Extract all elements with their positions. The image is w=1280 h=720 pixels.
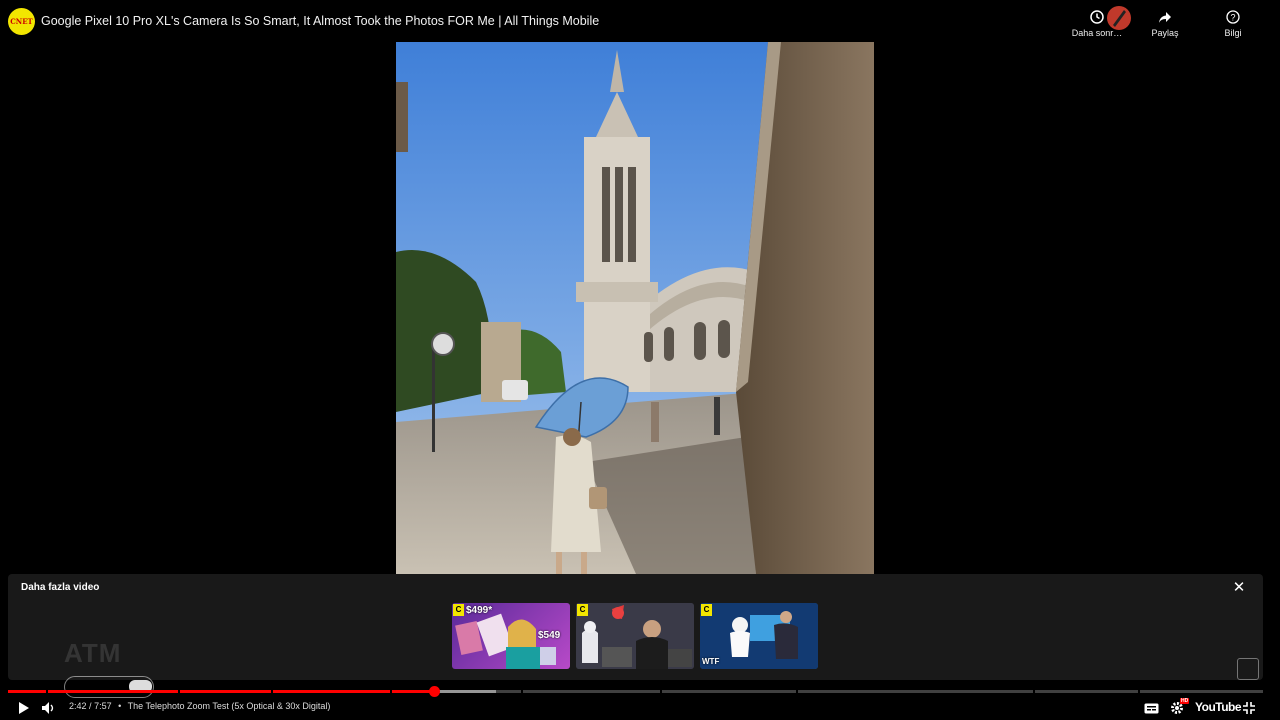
captions-button[interactable] — [1142, 699, 1160, 717]
player-controls: 2:42 / 7:57 • The Telephoto Zoom Test (5… — [0, 696, 1280, 720]
more-videos-title: Daha fazla video — [21, 582, 100, 593]
exit-fullscreen-icon — [1243, 702, 1255, 714]
play-button[interactable] — [14, 699, 32, 717]
svg-text:?: ? — [1230, 13, 1235, 23]
atm-watermark-logo: ATM — [64, 638, 122, 668]
chapter-marker — [1033, 690, 1035, 693]
suggested-video-thumbnail[interactable]: C $499* $549 — [452, 603, 570, 669]
share-label: Paylaş — [1151, 28, 1179, 38]
subscribe-watermark-icon[interactable] — [1237, 658, 1259, 680]
youtube-logo[interactable]: YouTube — [1195, 700, 1242, 714]
duration: 7:57 — [94, 701, 112, 711]
chapter-bullet: • — [118, 701, 122, 711]
watch-later-button[interactable]: Daha sonr… — [1072, 8, 1122, 38]
top-bar: CNET Google Pixel 10 Pro XL's Camera Is … — [0, 0, 1280, 44]
close-icon[interactable]: ✕ — [1231, 580, 1247, 596]
channel-avatar[interactable]: CNET — [8, 8, 35, 35]
chapter-title[interactable]: The Telephoto Zoom Test (5x Optical & 30… — [128, 701, 331, 711]
video-title[interactable]: Google Pixel 10 Pro XL's Camera Is So Sm… — [41, 14, 599, 28]
chapter-marker — [1138, 690, 1140, 693]
current-time: 2:42 — [69, 701, 87, 711]
chapter-marker — [796, 690, 798, 693]
more-videos-panel: Daha fazla video ✕ ATM C $499* $549 C C … — [8, 574, 1263, 680]
thumbnail-badge: C — [453, 604, 464, 616]
mute-button[interactable] — [40, 699, 58, 717]
suggested-video-thumbnail[interactable]: C — [576, 603, 694, 669]
thumbnail-price-a: $499* — [466, 605, 493, 616]
watch-later-label: Daha sonr… — [1071, 28, 1123, 38]
chapter-marker — [46, 690, 48, 693]
video-scene-image — [396, 42, 874, 574]
thumbnail-tag: WTF — [702, 657, 720, 666]
progress-played — [8, 690, 435, 693]
share-icon — [1158, 8, 1172, 26]
chapter-marker — [390, 690, 392, 693]
info-icon: ? — [1226, 8, 1240, 26]
chapter-marker — [271, 690, 273, 693]
chapter-marker — [521, 690, 523, 693]
info-label: Bilgi — [1224, 28, 1242, 38]
volume-icon — [42, 702, 54, 714]
captions-icon — [1144, 703, 1158, 713]
time-display: 2:42 / 7:57 • The Telephoto Zoom Test (5… — [69, 701, 330, 711]
clock-icon — [1090, 8, 1104, 26]
chapter-marker — [660, 690, 662, 693]
hd-badge: HD — [1180, 698, 1190, 704]
share-button[interactable]: Paylaş — [1140, 8, 1190, 38]
thumbnail-badge: C — [701, 604, 712, 616]
thumbnail-image — [576, 603, 694, 669]
thumbnail-badge: C — [577, 604, 588, 616]
thumbnail-price-b: $549 — [538, 630, 561, 641]
suggested-video-thumbnail[interactable]: C WTF — [700, 603, 818, 669]
info-button[interactable]: ? Bilgi — [1208, 8, 1258, 38]
video-frame[interactable] — [396, 42, 874, 574]
chapter-marker — [178, 690, 180, 693]
play-icon — [19, 702, 29, 714]
time-separator: / — [89, 701, 92, 711]
exit-fullscreen-button[interactable] — [1240, 699, 1258, 717]
progress-bar[interactable] — [8, 686, 1263, 697]
